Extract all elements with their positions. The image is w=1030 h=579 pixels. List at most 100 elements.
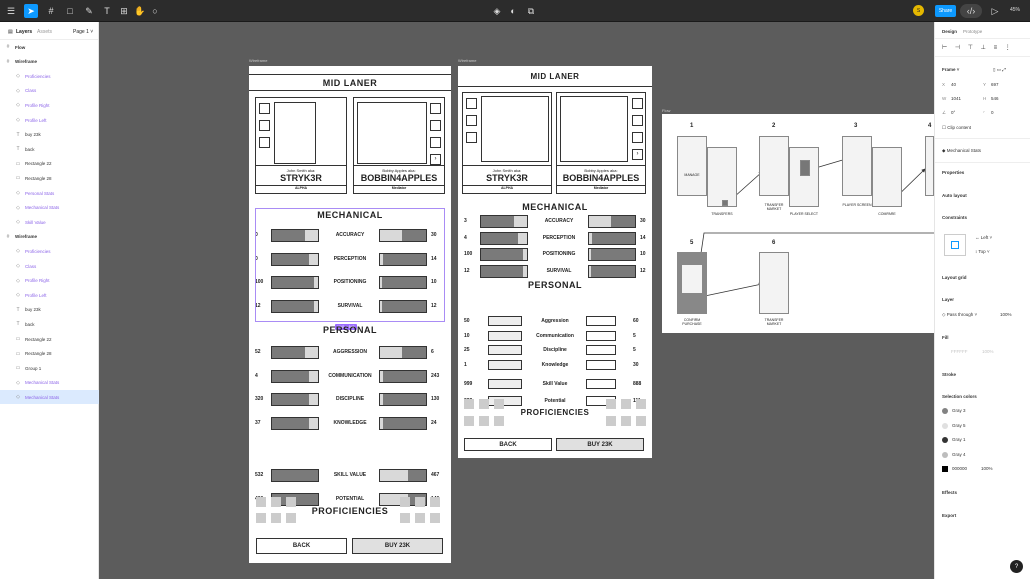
constraint-widget[interactable]: [944, 234, 966, 256]
frame-label-flow[interactable]: Flow: [662, 108, 670, 113]
color-swatch[interactable]: [942, 437, 948, 444]
layer-row[interactable]: ◇ Profile Left: [0, 288, 99, 302]
stat-left-bar[interactable]: [480, 264, 528, 278]
stat-right-bar[interactable]: [588, 264, 636, 278]
boolean-icon[interactable]: ⧉: [524, 4, 538, 18]
stat-left-bar[interactable]: [271, 416, 319, 430]
main-menu-icon[interactable]: ☰: [4, 4, 18, 18]
stat-left-bar[interactable]: [271, 393, 319, 406]
present-icon[interactable]: ▷: [988, 4, 1002, 18]
stat-left-bar[interactable]: [480, 248, 528, 261]
stat-left-bar[interactable]: [480, 231, 528, 245]
layer-row[interactable]: ◇ Class: [0, 259, 99, 273]
layer-row[interactable]: ◇ Mechanical Stats: [0, 376, 99, 390]
dev-mode-toggle[interactable]: ‹/›: [960, 4, 982, 18]
stat-right-bar[interactable]: [379, 469, 427, 482]
stat-right-box[interactable]: [586, 330, 616, 341]
layer-row[interactable]: # Wireframe: [0, 55, 99, 69]
buy-button[interactable]: BUY 23K: [556, 438, 644, 451]
stat-right-bar[interactable]: [379, 393, 427, 406]
pen-tool-icon[interactable]: ✎: [82, 4, 96, 18]
section-layout-grid[interactable]: Layout grid: [942, 275, 967, 280]
component-name[interactable]: ◆ Mechanical Stats: [942, 148, 981, 154]
layer-blend-mode[interactable]: ◇ Pass through ˅: [942, 312, 977, 318]
section-stroke[interactable]: Stroke: [942, 372, 956, 377]
constraint-vertical[interactable]: ↕ Top ˅: [975, 249, 990, 254]
radius-input[interactable]: 0: [991, 110, 994, 115]
mask-icon[interactable]: ◐: [506, 4, 520, 18]
stat-right-bar[interactable]: [588, 215, 636, 228]
layer-row[interactable]: ▭ Rectangle 28: [0, 347, 99, 361]
x-input[interactable]: 40: [951, 82, 956, 87]
orientation-icons[interactable]: ▯ ▭ ⤢: [993, 67, 1006, 73]
text-tool-icon[interactable]: T: [100, 4, 114, 18]
move-tool-icon[interactable]: ➤: [24, 4, 38, 18]
layer-row[interactable]: Tbuy 23k: [0, 128, 99, 142]
fill-opacity[interactable]: 100%: [982, 349, 994, 354]
width-input[interactable]: 1041: [951, 96, 961, 101]
fill-value[interactable]: FFFFFF: [951, 349, 968, 354]
layer-row[interactable]: ◇ Skill Value: [0, 215, 99, 229]
zoom-level[interactable]: 45%: [1010, 7, 1020, 13]
help-icon[interactable]: ?: [1010, 560, 1023, 573]
layer-row[interactable]: ▭ Rectangle 28: [0, 171, 99, 185]
stat-right-bar[interactable]: [379, 346, 427, 359]
layer-row[interactable]: Tback: [0, 317, 99, 331]
sidebar-icon[interactable]: ▤: [8, 29, 13, 35]
layer-row[interactable]: ◇ Mechanical Stats: [0, 390, 99, 405]
section-constraints[interactable]: Constraints: [942, 215, 967, 220]
flow-frame[interactable]: 1 MANAGE TRANSFERS 2 TRANSFER MARKET PLAYER S…: [662, 114, 934, 333]
layer-row[interactable]: ◇ Class: [0, 84, 99, 98]
layer-row[interactable]: # Flow: [0, 40, 99, 54]
section-auto-layout[interactable]: Auto layout: [942, 193, 967, 198]
layer-row[interactable]: ◇ Profile Left: [0, 113, 99, 127]
layer-row[interactable]: # Wireframe: [0, 230, 99, 244]
color-swatch[interactable]: [942, 451, 948, 458]
tab-assets[interactable]: Assets: [37, 29, 52, 35]
stat-right-box[interactable]: [586, 345, 616, 355]
chevron-right-icon[interactable]: ›: [430, 154, 441, 165]
section-export[interactable]: Export: [942, 513, 956, 518]
layer-row[interactable]: ◇ Profile Right: [0, 98, 99, 112]
stat-left-box[interactable]: [488, 359, 522, 370]
tab-design[interactable]: Design: [942, 29, 957, 34]
layer-row[interactable]: ◇ Proficiencies: [0, 244, 99, 258]
layer-row[interactable]: ▭ Rectangle 22: [0, 157, 99, 171]
stat-left-bar[interactable]: [271, 346, 319, 359]
stat-right-box[interactable]: [586, 316, 616, 326]
stat-right-bar[interactable]: [379, 416, 427, 430]
layer-row[interactable]: ◇ Proficiencies: [0, 69, 99, 83]
stat-left-box[interactable]: [488, 379, 522, 389]
section-layer[interactable]: Layer: [942, 297, 954, 302]
avatar[interactable]: S: [913, 5, 924, 16]
wireframe-frame-1[interactable]: MID LANER John Smith aka: STRYK3R ALPHA …: [249, 66, 451, 563]
frame-preset[interactable]: Frame ˅: [942, 67, 959, 72]
frame-label-wireframe-1[interactable]: Wireframe: [249, 58, 267, 63]
comment-tool-icon[interactable]: ○: [148, 4, 162, 18]
chevron-right-icon[interactable]: ›: [632, 149, 643, 160]
clip-content-checkbox[interactable]: ☐ Clip content: [942, 125, 971, 131]
constraint-horizontal[interactable]: ↔ Left ˅: [975, 235, 992, 240]
component-icon[interactable]: ◈: [490, 4, 504, 18]
rotation-input[interactable]: 0°: [951, 110, 955, 115]
canvas[interactable]: Wireframe Wireframe Flow MID LANER John …: [99, 22, 934, 579]
shape-tool-icon[interactable]: □: [63, 4, 77, 18]
layer-row[interactable]: ◇ Personal Stats: [0, 186, 99, 200]
tab-prototype[interactable]: Prototype: [963, 29, 982, 34]
layer-row[interactable]: ◇ Profile Right: [0, 274, 99, 288]
stat-left-bar[interactable]: [271, 469, 319, 482]
stat-right-box[interactable]: [586, 359, 616, 370]
y-input[interactable]: 697: [991, 82, 999, 87]
layer-row[interactable]: Tback: [0, 142, 99, 156]
height-input[interactable]: 546: [991, 96, 999, 101]
section-selection-colors[interactable]: Selection colors: [942, 394, 977, 399]
frame-tool-icon[interactable]: #: [44, 4, 58, 18]
buy-button[interactable]: BUY 23K: [352, 538, 443, 554]
tab-layers[interactable]: Layers: [16, 29, 32, 35]
layer-row[interactable]: Tbuy 23k: [0, 303, 99, 317]
layer-row[interactable]: ▭ Group 1: [0, 361, 99, 375]
hand-tool-icon[interactable]: ✋: [133, 4, 147, 18]
section-properties[interactable]: Properties: [942, 170, 964, 175]
stat-left-bar[interactable]: [480, 215, 528, 228]
align-tools[interactable]: ⊢ ⊣ ⊤ ⊥ ≡ ⋮: [942, 44, 1014, 51]
